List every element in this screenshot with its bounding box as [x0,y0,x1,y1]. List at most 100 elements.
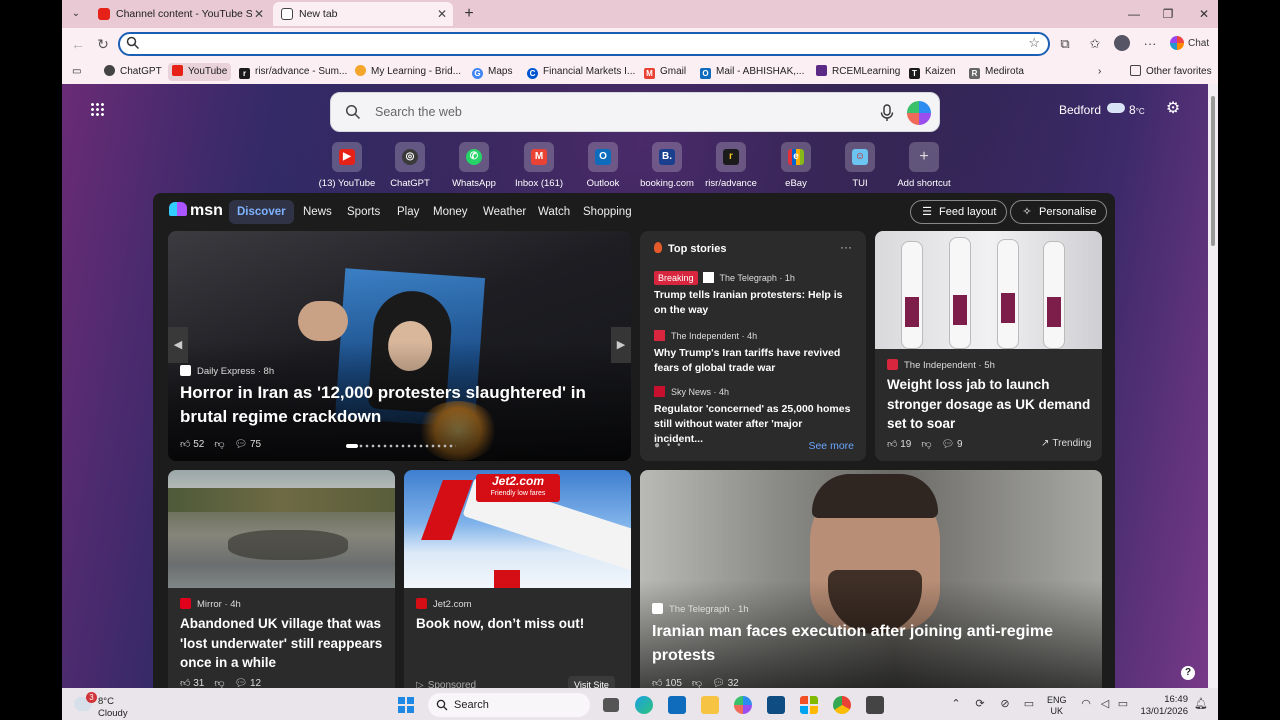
top-story-item[interactable]: Sky News · 4h Regulator 'concerned' as 2… [654,385,854,447]
profile-avatar[interactable] [1113,35,1131,53]
favorites-overflow-chevron-icon[interactable]: › [1094,63,1105,81]
input-language[interactable]: ENG UK [1047,695,1067,717]
outlook-icon[interactable] [668,696,686,714]
fav-youtube[interactable]: YouTube [168,63,232,81]
jet2-headline[interactable]: Book now, don’t miss out! [416,614,621,634]
scrollbar-thumb[interactable] [1211,96,1215,246]
like-icon[interactable]: 👍︎ 19 [887,439,911,450]
close-tab-icon[interactable]: ✕ [437,2,447,26]
fav-financial-markets[interactable]: C Financial Markets I... [523,63,639,81]
top-story-item[interactable]: The Independent · 4h Why Trump's Iran ta… [654,329,854,376]
shortcut-whatsapp[interactable]: ✆ WhatsApp [441,142,507,189]
page-settings-gear-icon[interactable]: ⚙ [1164,100,1182,118]
shortcut-outlook[interactable]: O Outlook [570,142,636,189]
village-card[interactable]: Mirror · 4h Abandoned UK village that wa… [168,470,395,688]
like-icon[interactable]: 👍︎ 52 [180,439,204,450]
fav-mail[interactable]: O Mail - ABHISHAK,... [696,63,808,81]
village-source[interactable]: Mirror · 4h [180,598,241,610]
tab-sports[interactable]: Sports [339,200,388,224]
iran-headline[interactable]: Iranian man faces execution after joinin… [652,620,1097,668]
new-tab-button[interactable]: + [459,4,479,24]
file-explorer-icon[interactable] [701,696,719,714]
chrome-icon[interactable] [833,696,851,714]
tab-new-tab[interactable]: New tab ✕ [273,2,453,26]
snipping-tool-icon[interactable] [866,696,884,714]
back-icon[interactable]: ← [68,34,88,54]
favorites-icon[interactable]: ✩ [1086,35,1104,53]
visit-site-button[interactable]: Visit Site [568,676,615,688]
fav-gmail[interactable]: M Gmail [640,63,690,81]
dislike-icon[interactable]: 👎︎ [921,439,931,450]
fav-kaizen[interactable]: T Kaizen [905,63,960,81]
copilot-icon[interactable] [734,696,752,714]
tab-youtube-studio[interactable]: Channel content - YouTube Studio ✕ [90,2,270,26]
carousel-prev-icon[interactable]: ◀ [168,327,188,363]
favorites-collection-icon[interactable]: ▭ [68,63,85,81]
weather-widget[interactable]: Bedford 8°C [1059,102,1145,120]
help-icon[interactable]: ? [1181,666,1195,680]
comment-icon[interactable]: 💬︎ 32 [712,678,739,688]
shortcut-inbox[interactable]: M Inbox (161) [506,142,572,189]
iran-source[interactable]: The Telegraph · 1h [652,603,749,615]
jet2-ad-card[interactable]: Jet2.com Friendly low fares Jet2.com Boo… [404,470,631,688]
volume-icon[interactable]: ◁ [1098,688,1112,720]
network-off-icon[interactable]: ⊘ [998,688,1012,720]
wifi-icon[interactable]: ◠ [1079,688,1093,720]
maximize-icon[interactable]: ❐ [1158,4,1178,24]
personalise-button[interactable]: ✧ Personalise [1010,200,1108,224]
page-scrollbar[interactable] [1208,84,1218,688]
fav-rcemlearning[interactable]: RCEMLearning [812,63,904,81]
close-tab-icon[interactable]: ✕ [254,2,264,26]
tab-play[interactable]: Play [389,200,427,224]
hero-headline[interactable]: Horror in Iran as '12,000 protesters sla… [180,381,620,429]
dislike-icon[interactable]: 👎︎ [692,678,702,688]
tab-weather[interactable]: Weather [475,200,534,224]
add-shortcut-button[interactable]: + Add shortcut [891,142,957,189]
hero-source[interactable]: Daily Express · 8h [180,365,274,377]
comment-icon[interactable]: 💬︎ 75 [235,439,262,450]
shortcut-ebay[interactable]: e eBay [763,142,829,189]
see-more-link[interactable]: See more [808,440,854,452]
edge-icon[interactable] [635,696,653,714]
copilot-icon[interactable] [907,101,931,125]
dislike-icon[interactable]: 👎︎ [214,678,224,688]
fav-chatgpt[interactable]: ChatGPT [100,63,166,81]
tab-news[interactable]: News [295,200,340,224]
comment-icon[interactable]: 💬︎ 12 [235,678,262,688]
task-view-icon[interactable] [603,698,619,712]
feed-layout-button[interactable]: ☰ Feed layout [910,200,1008,224]
web-search-box[interactable]: Search the web [330,92,940,132]
shortcut-booking[interactable]: B. booking.com [634,142,700,189]
shortcut-tui[interactable]: ☺ TUI [827,142,893,189]
tab-discover[interactable]: Discover [229,200,294,224]
close-window-icon[interactable]: ✕ [1194,4,1214,24]
shortcut-risr-advance[interactable]: r risr/advance [698,142,764,189]
shortcut-youtube[interactable]: ▶ (13) YouTube [314,142,380,189]
tab-money[interactable]: Money [425,200,476,224]
notifications-bell-icon[interactable]: 🔔︎ [1194,688,1208,720]
microphone-icon[interactable] [879,104,895,122]
tab-actions-chevron-icon[interactable]: ⌄ [68,6,84,22]
fav-other-favorites[interactable]: Other favorites [1126,63,1216,81]
copilot-chat-button[interactable]: Chat [1170,35,1209,53]
hero-card[interactable]: ◀ ▶ Daily Express · 8h Horror in Iran as… [168,231,631,461]
shortcut-chatgpt[interactable]: ◎ ChatGPT [377,142,443,189]
tab-watch[interactable]: Watch [530,200,578,224]
app-launcher-icon[interactable] [90,102,104,116]
system-clock[interactable]: 16:49 13/01/2026 [1140,694,1188,718]
tray-overflow-chevron-icon[interactable]: ⌃ [949,688,963,720]
weight-loss-headline[interactable]: Weight loss jab to launch stronger dosag… [887,375,1092,434]
microsoft-store-icon[interactable] [800,696,818,714]
minimize-icon[interactable]: — [1124,4,1144,24]
refresh-icon[interactable]: ↻ [93,34,113,54]
battery-icon[interactable]: ▭ [1116,688,1130,720]
top-story-item[interactable]: Breaking The Telegraph · 1h Trump tells I… [654,271,854,318]
tab-shopping[interactable]: Shopping [575,200,640,224]
fav-maps[interactable]: G Maps [468,63,516,81]
iran-execution-card[interactable]: The Telegraph · 1h Iranian man faces exe… [640,470,1102,688]
dell-icon[interactable] [767,696,785,714]
sync-icon[interactable]: ⟳ [973,688,987,720]
jet2-source[interactable]: Jet2.com [416,598,472,610]
fav-my-learning[interactable]: My Learning - Brid... [351,63,465,81]
taskbar-search[interactable]: Search [428,693,590,717]
